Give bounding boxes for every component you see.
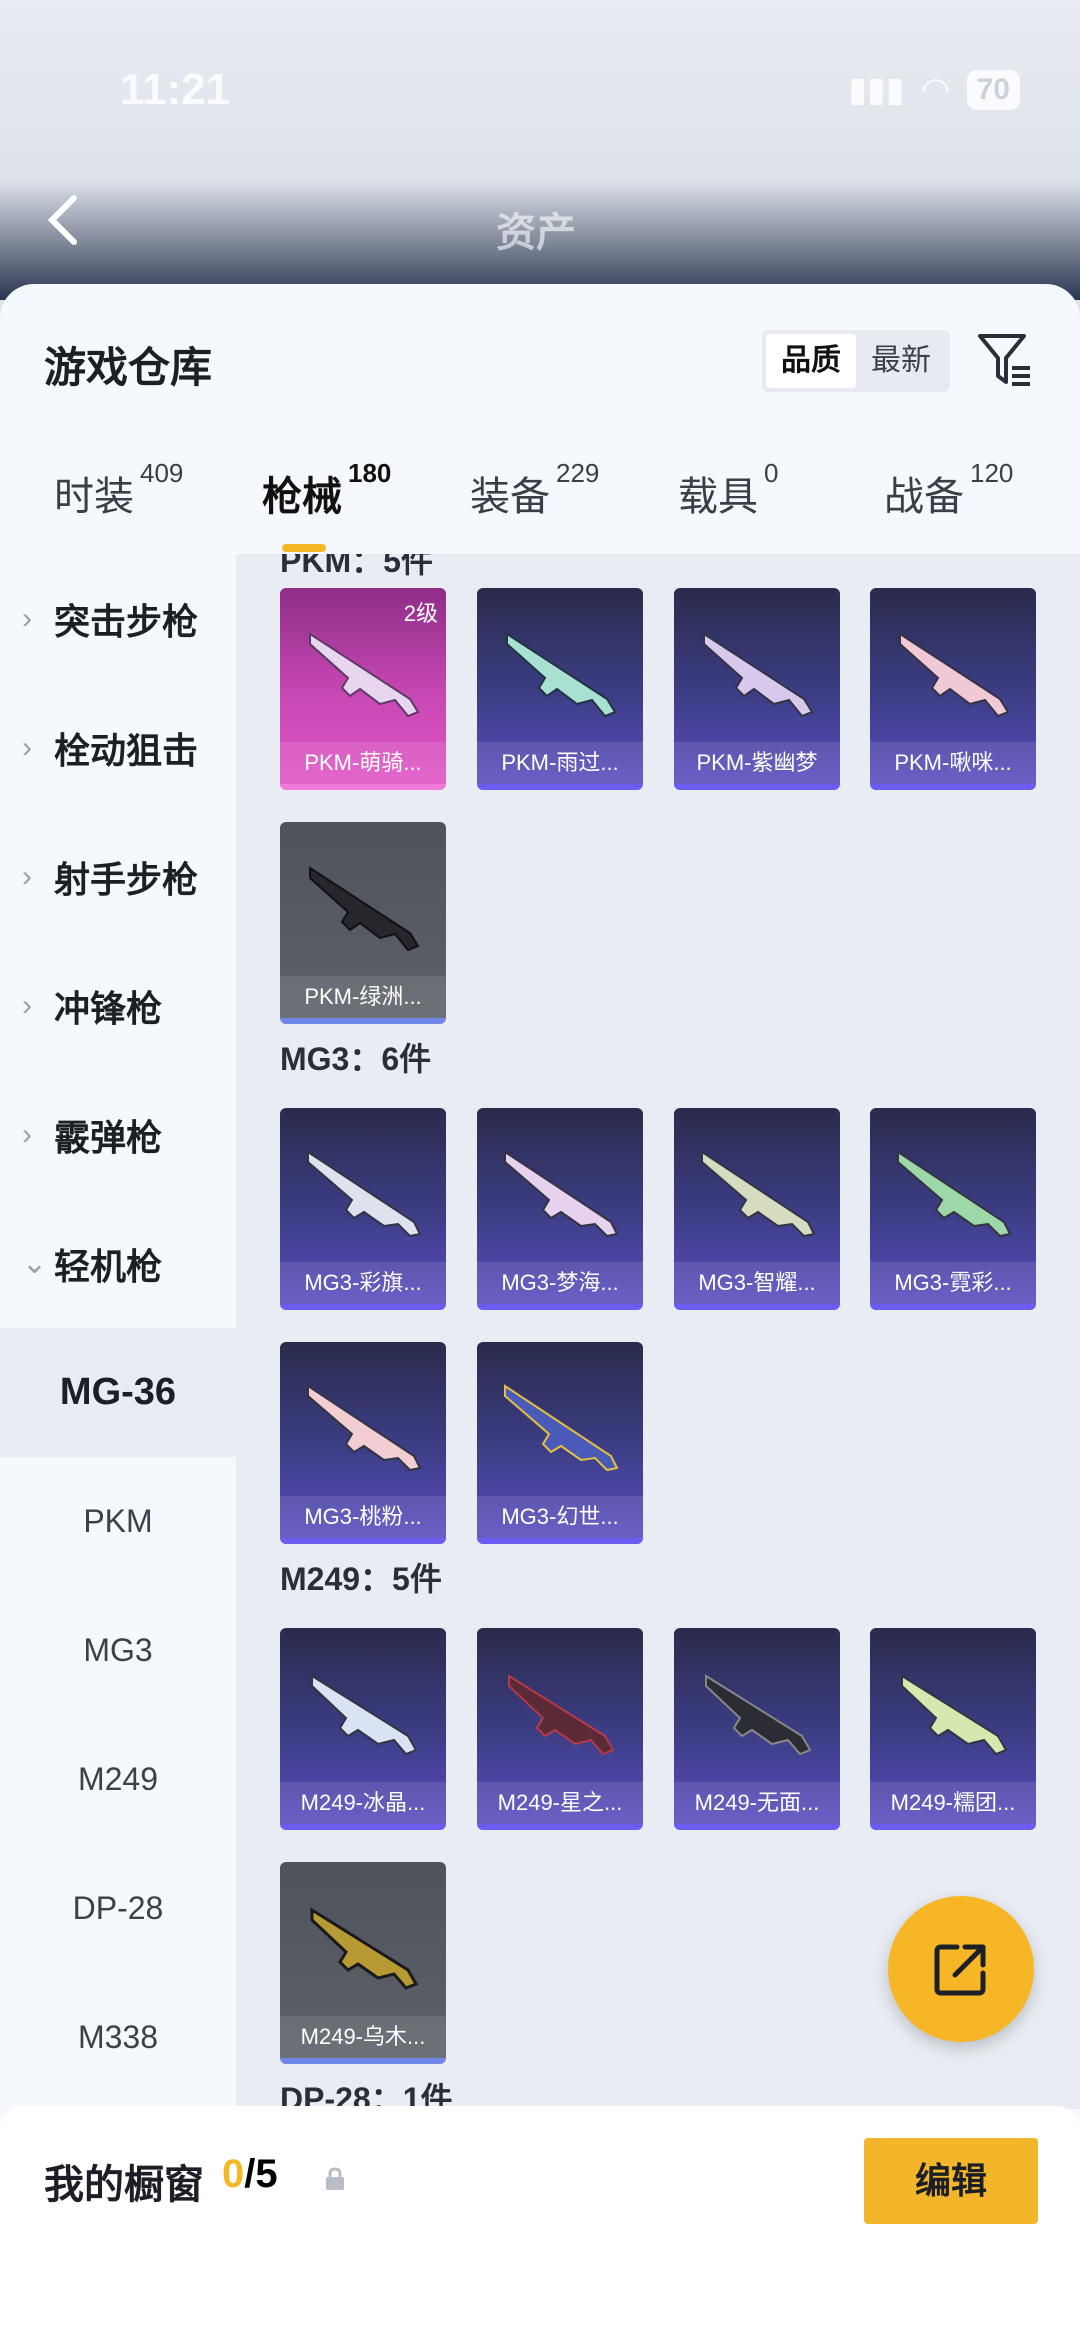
weapon-card[interactable]: 2级 PKM-萌骑... <box>280 588 446 790</box>
chevron-right-icon: › <box>22 1117 32 1151</box>
tab-vehicles[interactable]: 载具0 <box>678 458 778 554</box>
back-icon[interactable] <box>40 190 90 250</box>
battery-indicator: 70 <box>966 70 1020 110</box>
weapon-name: MG3-桃粉... <box>280 1496 446 1538</box>
weapon-card[interactable]: PKM-紫幽梦 <box>674 588 840 790</box>
weapon-card[interactable]: MG3-幻世... <box>477 1342 643 1544</box>
category-marksman-rifle[interactable]: › 射手步枪 <box>0 812 236 941</box>
subcategory-dp28[interactable]: DP-28 <box>0 1844 236 1973</box>
header-ghost-title: 资产 <box>496 211 576 255</box>
category-lmg[interactable]: ⌄ 轻机枪 <box>0 1199 236 1328</box>
weapon-card[interactable]: M249-糯团... <box>870 1628 1036 1830</box>
chevron-right-icon: › <box>22 859 32 893</box>
gun-icon <box>508 1674 615 1756</box>
weapon-card[interactable]: PKM-绿洲... <box>280 822 446 1024</box>
subcategory-m338[interactable]: M338 <box>0 1973 236 2102</box>
gun-icon <box>701 1150 816 1238</box>
weapon-card[interactable]: M249-无面... <box>674 1628 840 1830</box>
gun-icon <box>703 632 814 718</box>
share-fab[interactable] <box>888 1896 1034 2042</box>
weapon-name: PKM-绿洲... <box>280 976 446 1018</box>
section-title-m249: M249：5件 <box>280 1561 442 1597</box>
gun-icon <box>310 1907 419 1990</box>
status-bar: 11:21 ▮▮▮ ◠ 70 <box>120 60 1020 120</box>
weapon-name: PKM-雨过... <box>477 742 643 784</box>
lock-icon <box>326 2167 344 2190</box>
weapon-name: PKM-萌骑... <box>280 742 446 784</box>
category-shotgun[interactable]: › 霰弹枪 <box>0 1070 236 1199</box>
category-assault-rifle[interactable]: › 突击步枪 <box>0 554 236 683</box>
sort-toggle: 品质 最新 <box>762 330 950 392</box>
gun-icon <box>307 1150 422 1238</box>
filter-icon[interactable] <box>976 330 1032 390</box>
weapon-name: MG3-幻世... <box>477 1496 643 1538</box>
gun-icon <box>504 1384 619 1472</box>
sort-newest-button[interactable]: 最新 <box>856 334 946 388</box>
tab-active-indicator <box>282 544 326 552</box>
category-bolt-sniper[interactable]: › 栓动狙击 <box>0 683 236 812</box>
category-tabs: 时装409 枪械180 装备229 载具0 战备120 <box>0 458 1080 554</box>
weapon-card[interactable]: MG3-智耀... <box>674 1108 840 1310</box>
weapon-card[interactable]: MG3-彩旗... <box>280 1108 446 1310</box>
tab-firearms[interactable]: 枪械180 <box>262 458 391 554</box>
tab-equipment[interactable]: 装备229 <box>470 458 599 554</box>
showcase-bar: 我的橱窗 0/5 编辑 <box>0 2106 1080 2348</box>
weapon-grid: PKM：5件 2级 PKM-萌骑... PKM-雨过... PKM-紫幽梦 PK… <box>236 554 1080 2109</box>
showcase-title: 我的橱窗 <box>44 2163 204 2207</box>
gun-icon <box>705 1674 812 1756</box>
weapon-card[interactable]: MG3-梦海... <box>477 1108 643 1310</box>
weapon-card[interactable]: M249-乌木... <box>280 1862 446 2064</box>
category-smg[interactable]: › 冲锋枪 <box>0 941 236 1070</box>
weapon-name: MG3-彩旗... <box>280 1262 446 1304</box>
signal-icon: ▮▮▮ <box>848 71 905 109</box>
tab-fashion[interactable]: 时装409 <box>54 458 183 554</box>
weapon-name: M249-冰晶... <box>280 1782 446 1824</box>
edit-button[interactable]: 编辑 <box>864 2138 1038 2224</box>
gun-icon <box>899 632 1010 718</box>
level-badge: 2级 <box>403 601 438 626</box>
weapon-name: M249-糯团... <box>870 1782 1036 1824</box>
weapon-card[interactable]: M249-星之... <box>477 1628 643 1830</box>
gun-icon <box>309 866 420 952</box>
weapon-category-list: › 突击步枪 › 栓动狙击 › 射手步枪 › 冲锋枪 › 霰弹枪 ⌄ 轻机枪 MG-36 P… <box>0 554 236 2348</box>
weapon-name: PKM-啾咪... <box>870 742 1036 784</box>
weapon-card[interactable]: PKM-啾咪... <box>870 588 1036 790</box>
warehouse-sheet: 游戏仓库 品质 最新 时装409 枪械180 装备229 载具0 战备120 ›… <box>0 284 1080 2348</box>
gun-icon <box>311 1674 418 1756</box>
weapon-name: MG3-梦海... <box>477 1262 643 1304</box>
weapon-name: M249-星之... <box>477 1782 643 1824</box>
gun-icon <box>897 1150 1012 1238</box>
wifi-icon: ◠ <box>922 71 949 109</box>
subcategory-m249[interactable]: M249 <box>0 1715 236 1844</box>
status-time: 11:21 <box>120 65 231 114</box>
showcase-count: 0/5 <box>222 2152 278 2196</box>
weapon-card[interactable]: MG3-霓彩... <box>870 1108 1036 1310</box>
subcategory-pkm[interactable]: PKM <box>0 1457 236 1586</box>
weapon-name: MG3-智耀... <box>674 1262 840 1304</box>
chevron-down-icon: ⌄ <box>22 1247 48 1280</box>
gun-icon <box>901 1674 1008 1756</box>
weapon-name: M249-无面... <box>674 1782 840 1824</box>
weapon-name: PKM-紫幽梦 <box>674 742 840 784</box>
share-icon <box>934 1944 986 1996</box>
section-title-dp28: DP-28：1件 <box>280 2081 453 2109</box>
chevron-right-icon: › <box>22 730 32 764</box>
chevron-right-icon: › <box>22 601 32 635</box>
section-title-mg3: MG3：6件 <box>280 1041 432 1077</box>
section-title-pkm: PKM：5件 <box>280 554 433 579</box>
subcategory-mg36[interactable]: MG-36 <box>0 1328 236 1457</box>
gun-icon <box>506 632 617 718</box>
weapon-name: MG3-霓彩... <box>870 1262 1036 1304</box>
subcategory-mg3[interactable]: MG3 <box>0 1586 236 1715</box>
sort-quality-button[interactable]: 品质 <box>766 334 856 388</box>
weapon-card[interactable]: MG3-桃粉... <box>280 1342 446 1544</box>
sheet-title: 游戏仓库 <box>44 344 213 391</box>
weapon-card[interactable]: PKM-雨过... <box>477 588 643 790</box>
weapon-name: M249-乌木... <box>280 2016 446 2058</box>
chevron-right-icon: › <box>22 988 32 1022</box>
gun-icon <box>307 1384 422 1472</box>
tab-supplies[interactable]: 战备120 <box>884 458 1013 554</box>
weapon-card[interactable]: M249-冰晶... <box>280 1628 446 1830</box>
gun-icon <box>504 1150 619 1238</box>
